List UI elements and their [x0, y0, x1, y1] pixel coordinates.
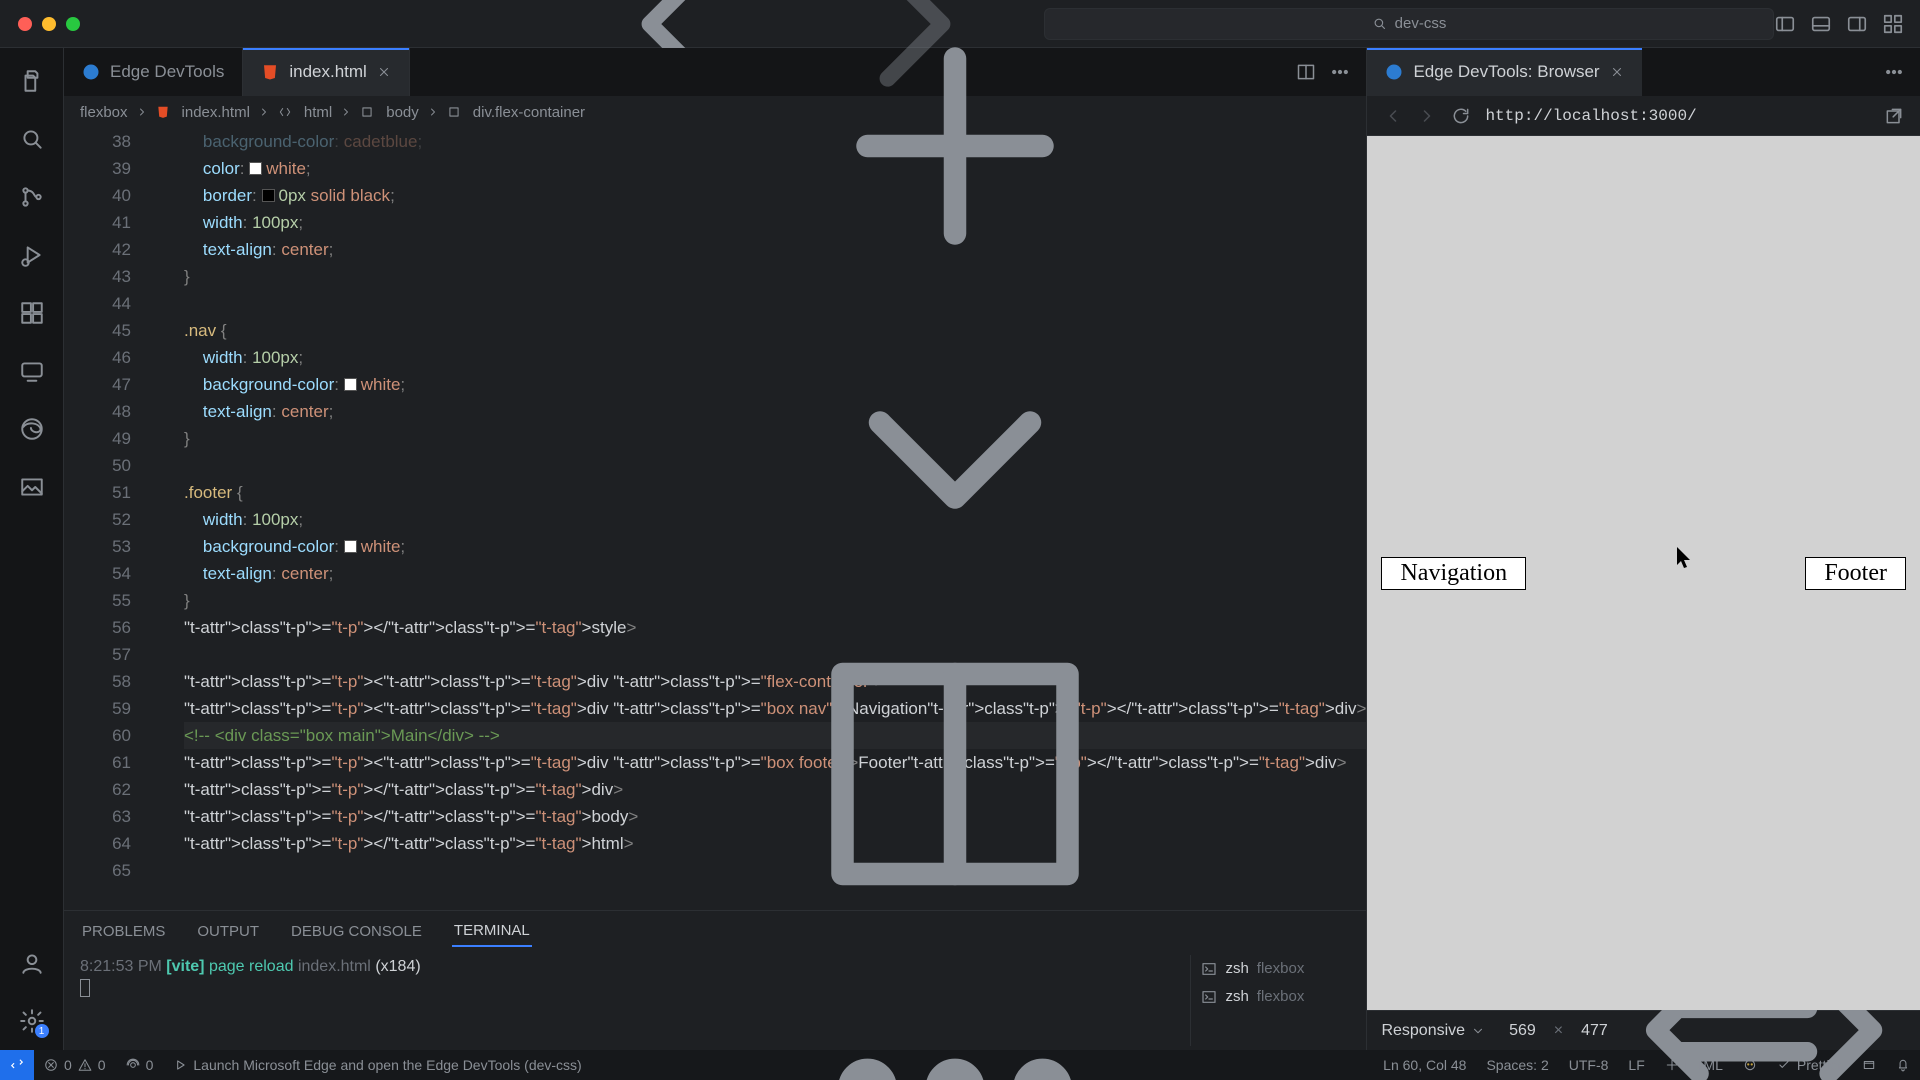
- command-center-text: dev-css: [1395, 15, 1447, 32]
- terminal-list-item[interactable]: zsh flexbox: [1201, 983, 1350, 1011]
- chevron-down-icon[interactable]: [805, 310, 1105, 610]
- terminal-icon: [1201, 989, 1217, 1005]
- panel-tabs: PROBLEMS OUTPUT DEBUG CONSOLE TERMINAL: [64, 911, 1366, 951]
- device-select[interactable]: Responsive: [1381, 1022, 1485, 1040]
- tab-label: index.html: [289, 62, 366, 82]
- html-file-icon: [156, 105, 170, 119]
- chevron-right-icon: [258, 106, 270, 118]
- remote-explorer-icon[interactable]: [17, 356, 47, 386]
- explorer-icon[interactable]: [17, 66, 47, 96]
- split-terminal-icon[interactable]: [805, 624, 1105, 924]
- browser-preview[interactable]: Navigation Footer: [1367, 136, 1920, 1010]
- terminal-count: (x184): [375, 958, 420, 975]
- edge-icon: [1385, 63, 1403, 81]
- tab-label: Edge DevTools: Browser: [1413, 62, 1599, 82]
- fullscreen-window-icon[interactable]: [66, 17, 80, 31]
- status-encoding[interactable]: UTF-8: [1559, 1050, 1619, 1080]
- symbol-icon: [360, 105, 374, 119]
- open-external-icon[interactable]: [1884, 106, 1904, 126]
- chevron-right-icon: [427, 106, 439, 118]
- url-bar[interactable]: http://localhost:3000/: [1485, 107, 1870, 125]
- terminal[interactable]: 8:21:53 PM [vite] page reload index.html…: [64, 951, 1366, 1050]
- remote-indicator[interactable]: [0, 1050, 34, 1080]
- viewport-width[interactable]: 569: [1509, 1022, 1536, 1040]
- close-window-icon[interactable]: [18, 17, 32, 31]
- tab-label: Edge DevTools: [110, 62, 224, 82]
- settings-gear-icon[interactable]: 1: [17, 1006, 47, 1036]
- tab-edge-devtools[interactable]: Edge DevTools: [64, 48, 243, 96]
- edge-tools-icon[interactable]: [17, 414, 47, 444]
- html-file-icon: [261, 63, 279, 81]
- chevron-right-icon: [340, 106, 352, 118]
- terminal-list-item[interactable]: zsh flexbox: [1201, 955, 1350, 983]
- status-eol[interactable]: LF: [1618, 1050, 1654, 1080]
- back-icon[interactable]: [1383, 106, 1403, 126]
- status-launch-task[interactable]: Launch Microsoft Edge and open the Edge …: [163, 1050, 591, 1080]
- tab-index-html[interactable]: index.html: [243, 48, 409, 96]
- status-spaces[interactable]: Spaces: 2: [1476, 1050, 1558, 1080]
- breadcrumb-segment[interactable]: html: [304, 104, 332, 121]
- preview-footer-box: Footer: [1805, 557, 1906, 590]
- search-icon[interactable]: [17, 124, 47, 154]
- browser-tabs: Edge DevTools: Browser: [1367, 48, 1920, 96]
- close-tab-icon[interactable]: [377, 65, 391, 79]
- layout-toggle-right-icon[interactable]: [1846, 13, 1868, 35]
- window-controls: [0, 17, 98, 31]
- layout-customize-icon[interactable]: [1882, 13, 1904, 35]
- edge-icon: [82, 63, 100, 81]
- line-numbers: 3839404142434445464748495051525354555657…: [64, 128, 144, 884]
- panel-tab-terminal[interactable]: TERMINAL: [452, 916, 532, 947]
- terminal-cursor: [80, 979, 90, 997]
- chevron-down-icon: [1471, 1024, 1485, 1038]
- activity-bar: 1: [0, 48, 64, 1050]
- run-debug-icon[interactable]: [17, 240, 47, 270]
- image-preview-icon[interactable]: [17, 472, 47, 502]
- terminal-list: zsh flexbox zsh flexbox: [1190, 955, 1350, 1046]
- panel-tab-problems[interactable]: PROBLEMS: [80, 917, 167, 946]
- device-toolbar: Responsive 569 × 477: [1367, 1010, 1920, 1050]
- chevron-right-icon: [136, 106, 148, 118]
- terminal-time: 8:21:53 PM: [80, 958, 162, 975]
- breadcrumb-segment[interactable]: body: [386, 104, 419, 121]
- terminal-file: index.html: [298, 958, 371, 975]
- times-icon: ×: [1548, 1022, 1569, 1040]
- layout-toggle-bottom-icon[interactable]: [1810, 13, 1832, 35]
- terminal-msg: page reload: [209, 958, 294, 975]
- terminal-tag: [vite]: [166, 958, 204, 975]
- status-preview-icon[interactable]: [1852, 1050, 1886, 1080]
- title-bar: dev-css: [0, 0, 1920, 48]
- search-icon: [1372, 16, 1387, 31]
- cursor-icon: [1677, 547, 1693, 569]
- status-bell-icon[interactable]: [1886, 1050, 1920, 1080]
- breadcrumb-segment[interactable]: index.html: [182, 104, 250, 121]
- more-actions-icon[interactable]: [1884, 62, 1904, 82]
- extensions-icon[interactable]: [17, 298, 47, 328]
- reload-icon[interactable]: [1451, 106, 1471, 126]
- forward-icon[interactable]: [806, 0, 1024, 133]
- status-prettier[interactable]: Prettier: [1767, 1050, 1852, 1080]
- browser-toolbar: http://localhost:3000/: [1367, 96, 1920, 136]
- tab-devtools-browser[interactable]: Edge DevTools: Browser: [1367, 48, 1641, 96]
- status-ports[interactable]: 0: [116, 1050, 164, 1080]
- breadcrumb-segment[interactable]: flexbox: [80, 104, 128, 121]
- symbol-icon: [278, 105, 292, 119]
- preview-nav-box: Navigation: [1381, 557, 1526, 590]
- accounts-icon[interactable]: [17, 948, 47, 978]
- panel-tab-output[interactable]: OUTPUT: [195, 917, 261, 946]
- panel-tab-debug[interactable]: DEBUG CONSOLE: [289, 917, 424, 946]
- terminal-icon: [1201, 961, 1217, 977]
- status-errors[interactable]: 0 0: [34, 1050, 116, 1080]
- status-copilot[interactable]: [1733, 1050, 1767, 1080]
- status-cursor[interactable]: Ln 60, Col 48: [1373, 1050, 1476, 1080]
- source-control-icon[interactable]: [17, 182, 47, 212]
- status-language[interactable]: HTML: [1655, 1050, 1733, 1080]
- symbol-icon: [447, 105, 461, 119]
- layout-toggle-left-icon[interactable]: [1774, 13, 1796, 35]
- bottom-panel: PROBLEMS OUTPUT DEBUG CONSOLE TERMINAL: [64, 910, 1366, 1050]
- forward-icon[interactable]: [1417, 106, 1437, 126]
- minimize-window-icon[interactable]: [42, 17, 56, 31]
- close-tab-icon[interactable]: [1610, 65, 1624, 79]
- viewport-height[interactable]: 477: [1581, 1022, 1608, 1040]
